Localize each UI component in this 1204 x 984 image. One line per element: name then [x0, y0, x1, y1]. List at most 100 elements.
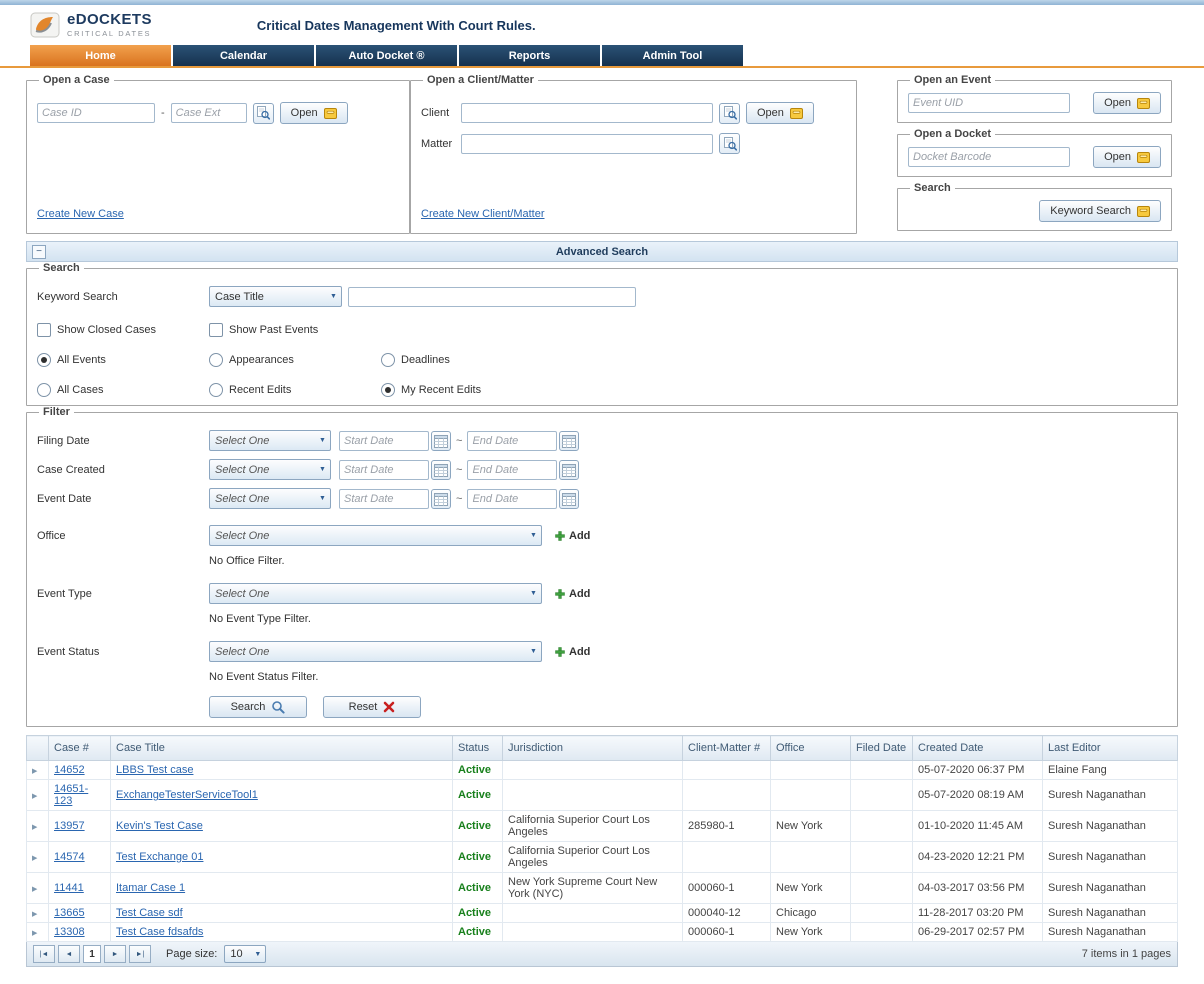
case-created-select[interactable]: Select One ▼ — [209, 459, 331, 480]
event-start-date-input[interactable] — [339, 489, 429, 509]
client-input[interactable] — [461, 103, 713, 123]
collapse-icon[interactable]: − — [32, 245, 46, 259]
case-number-link[interactable]: 13665 — [54, 907, 85, 919]
filing-start-calendar-button[interactable] — [431, 431, 451, 451]
case-number-link[interactable]: 13957 — [54, 820, 85, 832]
keyword-search-button[interactable]: Keyword Search — [1039, 200, 1161, 222]
reset-button[interactable]: Reset — [323, 696, 421, 718]
case-id-input[interactable] — [37, 103, 155, 123]
col-jurisdiction[interactable]: Jurisdiction — [503, 736, 683, 761]
keyword-field-select[interactable]: Case Title ▼ — [209, 286, 342, 307]
row-expand-icon[interactable]: ▶ — [32, 768, 37, 775]
advanced-search-bar[interactable]: − Advanced Search — [26, 241, 1178, 262]
add-event-type-filter-link[interactable]: Add — [555, 588, 590, 600]
table-row[interactable]: ▶ 11441 Itamar Case 1 Active New York Su… — [27, 873, 1178, 904]
row-expand-icon[interactable]: ▶ — [32, 824, 37, 831]
create-new-case-link[interactable]: Create New Case — [37, 208, 399, 220]
table-row[interactable]: ▶ 14651-123 ExchangeTesterServiceTool1 A… — [27, 780, 1178, 811]
open-client-matter-button[interactable]: Open — [746, 102, 814, 124]
case-lookup-button[interactable] — [253, 103, 274, 124]
tab-reports[interactable]: Reports — [459, 45, 600, 66]
tab-admin-tool[interactable]: Admin Tool — [602, 45, 743, 66]
case-number-link[interactable]: 14651-123 — [54, 783, 88, 807]
add-office-filter-link[interactable]: Add — [555, 530, 590, 542]
case-title-link[interactable]: Test Exchange 01 — [116, 851, 203, 863]
matter-lookup-button[interactable] — [719, 133, 740, 154]
case-title-link[interactable]: Test Case sdf — [116, 907, 183, 919]
event-uid-input[interactable] — [908, 93, 1070, 113]
col-filed-date[interactable]: Filed Date — [851, 736, 913, 761]
event-start-calendar-button[interactable] — [431, 489, 451, 509]
keyword-search-input[interactable] — [348, 287, 636, 307]
event-end-date-input[interactable] — [467, 489, 557, 509]
tab-calendar[interactable]: Calendar — [173, 45, 314, 66]
created-start-date-input[interactable] — [339, 460, 429, 480]
table-row[interactable]: ▶ 14652 LBBS Test case Active 05-07-2020… — [27, 761, 1178, 780]
my-recent-edits-radio[interactable] — [381, 383, 395, 397]
col-case-title[interactable]: Case Title — [111, 736, 453, 761]
table-row[interactable]: ▶ 13308 Test Case fdsafds Active 000060-… — [27, 923, 1178, 942]
case-title-link[interactable]: Test Case fdsafds — [116, 926, 203, 938]
show-closed-cases-checkbox[interactable] — [37, 323, 51, 337]
open-case-button[interactable]: Open — [280, 102, 348, 124]
case-number-link[interactable]: 14574 — [54, 851, 85, 863]
row-expand-icon[interactable]: ▶ — [32, 930, 37, 937]
row-expand-icon[interactable]: ▶ — [32, 886, 37, 893]
first-page-button[interactable]: |◄ — [33, 945, 55, 963]
last-page-button[interactable]: ►| — [129, 945, 151, 963]
open-event-button[interactable]: Open — [1093, 92, 1161, 114]
col-case-number[interactable]: Case # — [49, 736, 111, 761]
row-expand-icon[interactable]: ▶ — [32, 855, 37, 862]
open-docket-button[interactable]: Open — [1093, 146, 1161, 168]
filing-end-date-input[interactable] — [467, 431, 557, 451]
appearances-radio[interactable] — [209, 353, 223, 367]
col-status[interactable]: Status — [453, 736, 503, 761]
all-cases-radio[interactable] — [37, 383, 51, 397]
client-lookup-button[interactable] — [719, 103, 740, 124]
case-title-link[interactable]: Itamar Case 1 — [116, 882, 185, 894]
matter-input[interactable] — [461, 134, 713, 154]
deadlines-radio[interactable] — [381, 353, 395, 367]
col-client-matter[interactable]: Client-Matter # — [683, 736, 771, 761]
case-title-link[interactable]: LBBS Test case — [116, 764, 193, 776]
add-event-status-filter-link[interactable]: Add — [555, 646, 590, 658]
recent-edits-radio[interactable] — [209, 383, 223, 397]
table-row[interactable]: ▶ 14574 Test Exchange 01 Active Californ… — [27, 842, 1178, 873]
docket-barcode-input[interactable] — [908, 147, 1070, 167]
case-title-link[interactable]: ExchangeTesterServiceTool1 — [116, 789, 258, 801]
case-number-link[interactable]: 13308 — [54, 926, 85, 938]
col-created-date[interactable]: Created Date — [913, 736, 1043, 761]
event-date-select[interactable]: Select One ▼ — [209, 488, 331, 509]
created-end-calendar-button[interactable] — [559, 460, 579, 480]
case-number-link[interactable]: 14652 — [54, 764, 85, 776]
tab-home[interactable]: Home — [30, 45, 171, 66]
event-end-calendar-button[interactable] — [559, 489, 579, 509]
case-number-link[interactable]: 11441 — [54, 882, 84, 894]
all-events-radio[interactable] — [37, 353, 51, 367]
col-last-editor[interactable]: Last Editor — [1043, 736, 1178, 761]
table-row[interactable]: ▶ 13957 Kevin's Test Case Active Califor… — [27, 811, 1178, 842]
prev-page-button[interactable]: ◄ — [58, 945, 80, 963]
filing-start-date-input[interactable] — [339, 431, 429, 451]
current-page-button[interactable]: 1 — [83, 945, 101, 963]
row-expand-icon[interactable]: ▶ — [32, 911, 37, 918]
show-past-events-checkbox[interactable] — [209, 323, 223, 337]
search-button[interactable]: Search — [209, 696, 307, 718]
event-type-select[interactable]: Select One ▼ — [209, 583, 542, 604]
filing-end-calendar-button[interactable] — [559, 431, 579, 451]
office-cell — [771, 842, 851, 873]
next-page-button[interactable]: ► — [104, 945, 126, 963]
table-row[interactable]: ▶ 13665 Test Case sdf Active 000040-12 C… — [27, 904, 1178, 923]
case-ext-input[interactable] — [171, 103, 247, 123]
row-expand-icon[interactable]: ▶ — [32, 793, 37, 800]
created-start-calendar-button[interactable] — [431, 460, 451, 480]
page-size-select[interactable]: 10 ▼ — [224, 945, 266, 963]
create-new-client-matter-link[interactable]: Create New Client/Matter — [421, 208, 846, 220]
event-status-select[interactable]: Select One ▼ — [209, 641, 542, 662]
col-office[interactable]: Office — [771, 736, 851, 761]
created-end-date-input[interactable] — [467, 460, 557, 480]
case-title-link[interactable]: Kevin's Test Case — [116, 820, 203, 832]
tab-auto-docket[interactable]: Auto Docket ® — [316, 45, 457, 66]
office-select[interactable]: Select One ▼ — [209, 525, 542, 546]
filing-date-select[interactable]: Select One ▼ — [209, 430, 331, 451]
